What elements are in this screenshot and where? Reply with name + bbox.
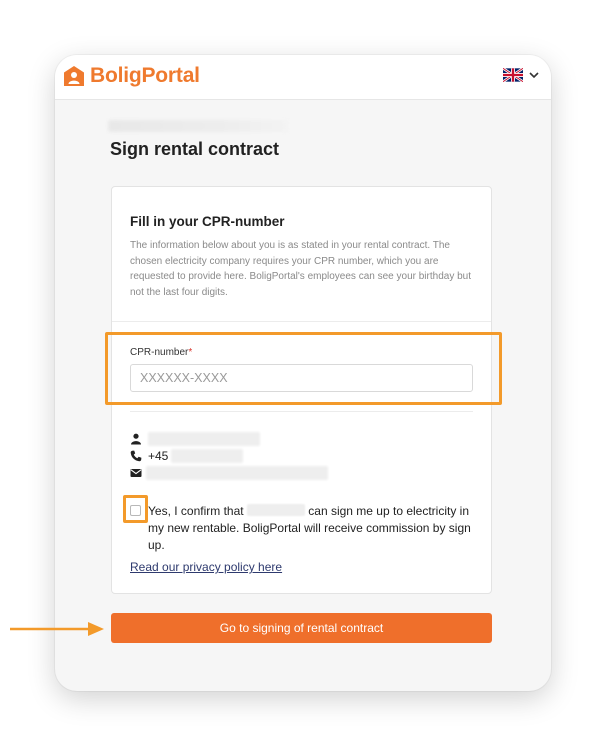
person-icon (131, 433, 141, 445)
envelope-icon (130, 469, 142, 477)
cpr-label: CPR-number* (130, 347, 193, 358)
privacy-policy-link[interactable]: Read our privacy policy here (130, 560, 282, 574)
contact-email-row (130, 466, 328, 480)
language-selector[interactable] (503, 68, 539, 82)
cpr-input[interactable] (130, 364, 473, 392)
required-marker: * (188, 347, 193, 358)
uk-flag-icon (503, 68, 523, 82)
redacted-phone (171, 449, 244, 463)
brand-logo[interactable]: BoligPortal (63, 64, 200, 88)
breadcrumb (108, 120, 288, 132)
cpr-card: Fill in your CPR-number The information … (111, 186, 492, 594)
contact-name-row (130, 432, 260, 446)
divider (130, 411, 473, 412)
app-window: BoligPortal Sign rental contract Fill in… (55, 55, 551, 691)
card-description: The information below about you is as st… (130, 240, 471, 298)
redacted-company (246, 504, 305, 516)
top-bar: BoligPortal (55, 55, 551, 100)
phone-icon (130, 450, 142, 462)
arrow-right-icon (10, 622, 104, 636)
house-logo-icon (64, 66, 84, 86)
go-to-signing-button[interactable]: Go to signing of rental contract (111, 613, 492, 643)
consent-checkbox[interactable] (130, 505, 141, 516)
card-title: Fill in your CPR-number (130, 214, 285, 229)
contact-phone-row: +45 (130, 449, 244, 463)
phone-prefix: +45 (148, 449, 169, 463)
divider (112, 321, 491, 322)
consent-row: Yes, I confirm that can sign me up to el… (130, 503, 478, 554)
brand-name: BoligPortal (90, 64, 200, 87)
redacted-name (148, 432, 260, 446)
redacted-email (146, 466, 328, 480)
page-title: Sign rental contract (110, 139, 280, 159)
chevron-down-icon (529, 71, 539, 78)
consent-text: Yes, I confirm that can sign me up to el… (148, 504, 471, 552)
